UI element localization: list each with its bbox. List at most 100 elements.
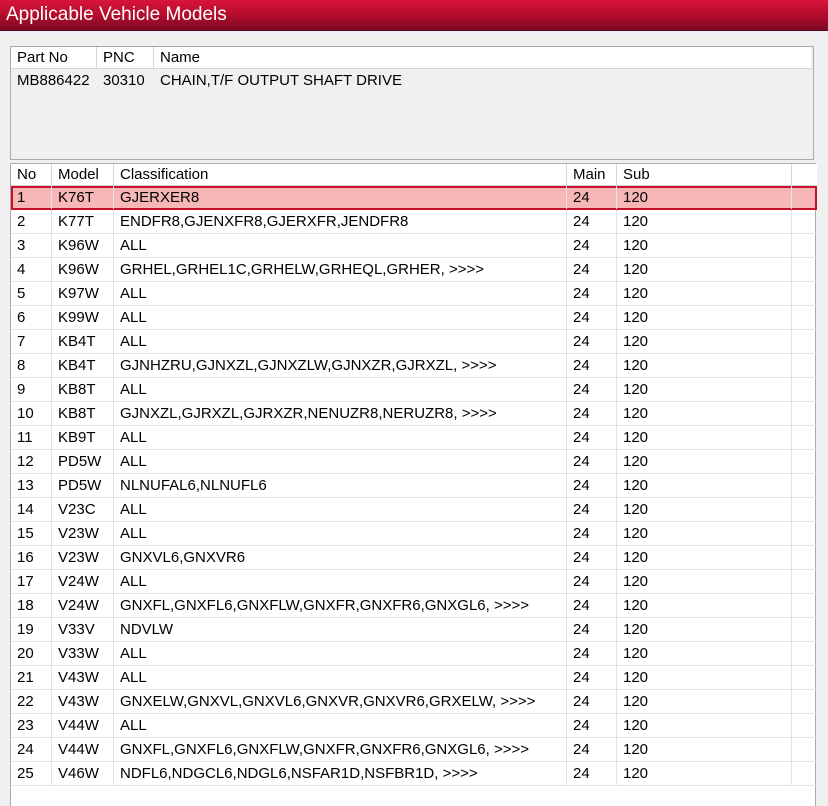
- row-sub: 120: [617, 522, 792, 545]
- row-model: V33W: [52, 642, 114, 665]
- row-sub: 120: [617, 450, 792, 473]
- table-row[interactable]: 2 K77T ENDFR8,GJENXFR8,GJERXFR,JENDFR8 24 12…: [11, 210, 817, 234]
- row-model: K96W: [52, 234, 114, 257]
- row-filler: [792, 474, 817, 497]
- row-no: 5: [11, 282, 52, 305]
- row-sub: 120: [617, 666, 792, 689]
- row-main: 24: [567, 378, 617, 401]
- row-sub: 120: [617, 738, 792, 761]
- table-row[interactable]: 6 K99W ALL 24 120: [11, 306, 817, 330]
- row-sub: 120: [617, 378, 792, 401]
- part-list-header: Part No PNC Name: [11, 47, 811, 69]
- row-filler: [792, 642, 817, 665]
- row-model: V44W: [52, 714, 114, 737]
- column-header-pnc[interactable]: PNC: [97, 47, 154, 68]
- row-filler: [792, 426, 817, 449]
- row-no: 16: [11, 546, 52, 569]
- row-filler: [792, 354, 817, 377]
- table-row[interactable]: 18 V24W GNXFL,GNXFL6,GNXFLW,GNXFR,GNXFR6,G…: [11, 594, 817, 618]
- row-no: 1: [11, 186, 52, 209]
- row-main: 24: [567, 642, 617, 665]
- table-row[interactable]: 13 PD5W NLNUFAL6,NLNUFL6 24 120: [11, 474, 817, 498]
- row-no: 8: [11, 354, 52, 377]
- table-row[interactable]: 12 PD5W ALL 24 120: [11, 450, 817, 474]
- row-filler: [792, 690, 817, 713]
- table-row[interactable]: 24 V44W GNXFL,GNXFL6,GNXFLW,GNXFR,GNXFR6,G…: [11, 738, 817, 762]
- row-sub: 120: [617, 330, 792, 353]
- table-row[interactable]: 7 KB4T ALL 24 120: [11, 330, 817, 354]
- table-row[interactable]: 9 KB8T ALL 24 120: [11, 378, 817, 402]
- row-classification: GNXELW,GNXVL,GNXVL6,GNXVR,GNXVR6,GRXELW,…: [114, 690, 567, 713]
- row-classification: GNXFL,GNXFL6,GNXFLW,GNXFR,GNXFR6,GNXGL6,…: [114, 738, 567, 761]
- row-model: PD5W: [52, 474, 114, 497]
- vehicle-models-table[interactable]: No Model Classification Main Sub 1 K76T GJ…: [10, 163, 817, 806]
- row-model: V43W: [52, 666, 114, 689]
- pnc-value: 30310: [103, 72, 145, 89]
- row-main: 24: [567, 186, 617, 209]
- table-row[interactable]: 23 V44W ALL 24 120: [11, 714, 817, 738]
- row-main: 24: [567, 306, 617, 329]
- row-no: 3: [11, 234, 52, 257]
- row-main: 24: [567, 570, 617, 593]
- table-row[interactable]: 20 V33W ALL 24 120: [11, 642, 817, 666]
- row-no: 15: [11, 522, 52, 545]
- row-sub: 120: [617, 354, 792, 377]
- table-row[interactable]: 3 K96W ALL 24 120: [11, 234, 817, 258]
- table-row[interactable]: 19 V33V NDVLW 24 120: [11, 618, 817, 642]
- column-header-model[interactable]: Model: [52, 164, 114, 185]
- row-no: 17: [11, 570, 52, 593]
- table-row[interactable]: 1 K76T GJERXER8 24 120: [11, 186, 817, 210]
- table-row[interactable]: 8 KB4T GJNHZRU,GJNXZL,GJNXZLW,GJNXZR,GJRXZ…: [11, 354, 817, 378]
- table-row[interactable]: 14 V23C ALL 24 120: [11, 498, 817, 522]
- table-row[interactable]: 22 V43W GNXELW,GNXVL,GNXVL6,GNXVR,GNXVR6,G…: [11, 690, 817, 714]
- table-row[interactable]: 11 KB9T ALL 24 120: [11, 426, 817, 450]
- row-main: 24: [567, 738, 617, 761]
- table-row[interactable]: 4 K96W GRHEL,GRHEL1C,GRHELW,GRHEQL,GRHER, …: [11, 258, 817, 282]
- row-main: 24: [567, 666, 617, 689]
- row-sub: 120: [617, 306, 792, 329]
- column-header-main[interactable]: Main: [567, 164, 617, 185]
- column-header-no[interactable]: No: [11, 164, 52, 185]
- column-header-name[interactable]: Name: [154, 47, 811, 68]
- row-classification: ALL: [114, 570, 567, 593]
- column-header-classification[interactable]: Classification: [114, 164, 567, 185]
- row-no: 12: [11, 450, 52, 473]
- row-sub: 120: [617, 426, 792, 449]
- part-no-value: MB886422: [17, 72, 90, 89]
- row-classification: ALL: [114, 282, 567, 305]
- table-row[interactable]: 15 V23W ALL 24 120: [11, 522, 817, 546]
- row-model: K77T: [52, 210, 114, 233]
- row-sub: 120: [617, 258, 792, 281]
- row-no: 2: [11, 210, 52, 233]
- column-header-part-no[interactable]: Part No: [11, 47, 97, 68]
- column-header-sub[interactable]: Sub: [617, 164, 792, 185]
- row-main: 24: [567, 498, 617, 521]
- row-no: 21: [11, 666, 52, 689]
- row-no: 14: [11, 498, 52, 521]
- row-model: K99W: [52, 306, 114, 329]
- row-filler: [792, 186, 817, 209]
- row-filler: [792, 522, 817, 545]
- vehicle-table-header: No Model Classification Main Sub: [11, 164, 817, 186]
- table-row[interactable]: 5 K97W ALL 24 120: [11, 282, 817, 306]
- row-filler: [792, 402, 817, 425]
- row-classification: GJNHZRU,GJNXZL,GJNXZLW,GJNXZR,GJRXZL, >>…: [114, 354, 567, 377]
- part-info-list[interactable]: Part No PNC Name MB886422 30310 CHAIN,T/…: [10, 46, 814, 160]
- table-row[interactable]: 25 V46W NDFL6,NDGCL6,NDGL6,NSFAR1D,NSFBR1D…: [11, 762, 817, 786]
- row-classification: NDVLW: [114, 618, 567, 641]
- row-no: 18: [11, 594, 52, 617]
- row-filler: [792, 450, 817, 473]
- row-classification: ENDFR8,GJENXFR8,GJERXFR,JENDFR8: [114, 210, 567, 233]
- row-no: 22: [11, 690, 52, 713]
- row-model: V33V: [52, 618, 114, 641]
- row-filler: [792, 306, 817, 329]
- table-row[interactable]: 21 V43W ALL 24 120: [11, 666, 817, 690]
- table-row[interactable]: 10 KB8T GJNXZL,GJRXZL,GJRXZR,NENUZR8,NERUZ…: [11, 402, 817, 426]
- part-row[interactable]: MB886422 30310 CHAIN,T/F OUTPUT SHAFT DR…: [11, 69, 811, 93]
- row-classification: NLNUFAL6,NLNUFL6: [114, 474, 567, 497]
- row-sub: 120: [617, 618, 792, 641]
- row-sub: 120: [617, 210, 792, 233]
- row-sub: 120: [617, 546, 792, 569]
- table-row[interactable]: 16 V23W GNXVL6,GNXVR6 24 120: [11, 546, 817, 570]
- table-row[interactable]: 17 V24W ALL 24 120: [11, 570, 817, 594]
